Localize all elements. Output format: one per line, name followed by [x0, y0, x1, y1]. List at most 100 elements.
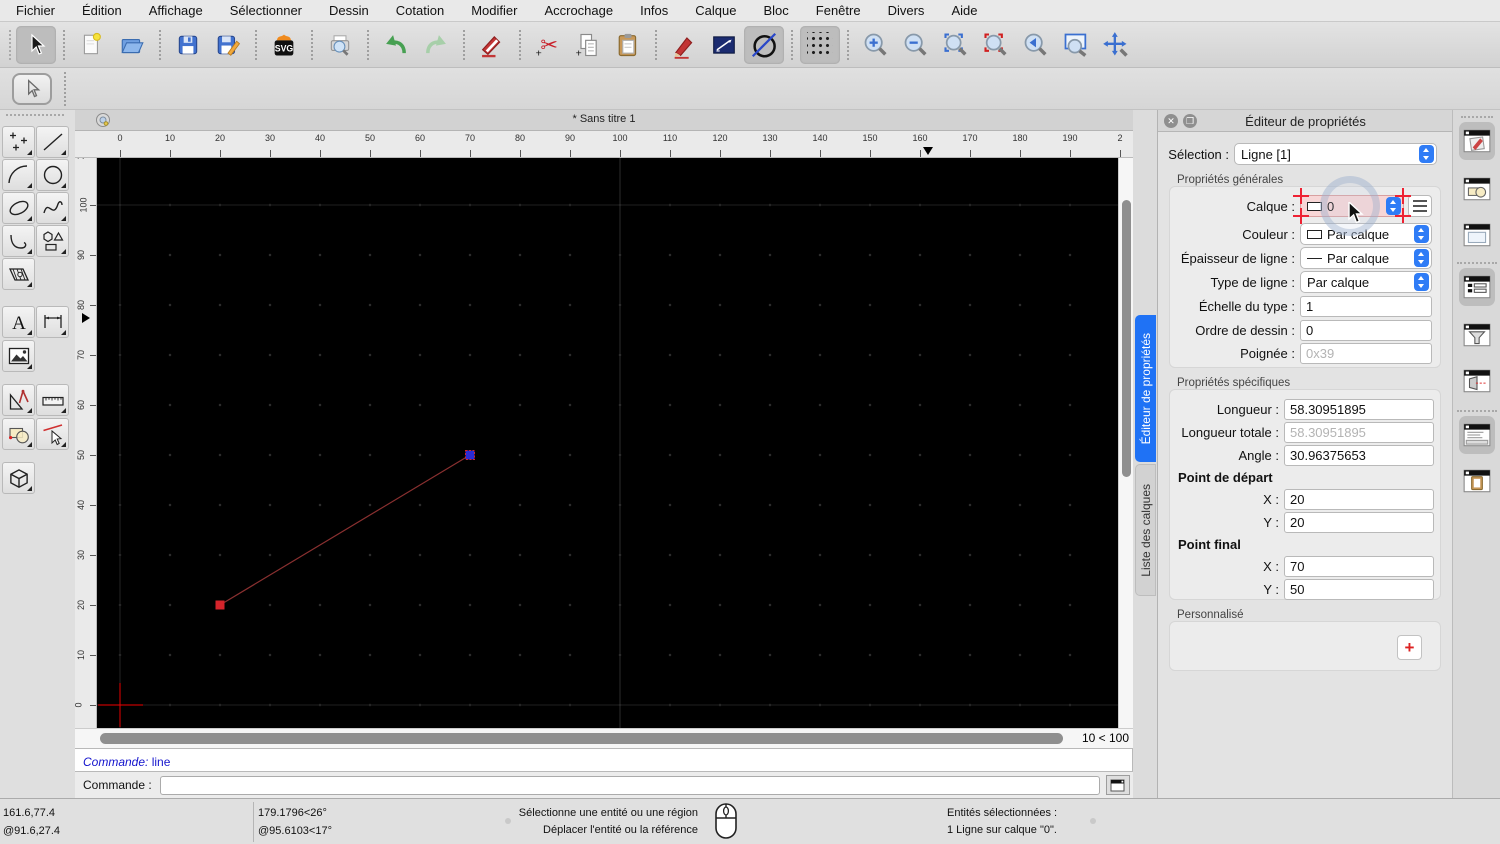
tool-circle[interactable]: [36, 159, 69, 191]
command-history-prefix: Commande:: [83, 755, 149, 769]
vertical-scrollbar-thumb[interactable]: [1122, 200, 1131, 477]
layer-menu-button[interactable]: [1408, 195, 1432, 217]
dock-section-view-button[interactable]: [1459, 362, 1495, 400]
end-y-input[interactable]: [1284, 578, 1434, 600]
dock-block-list-button[interactable]: [1459, 170, 1495, 208]
menu-item[interactable]: Dessin: [329, 3, 369, 18]
tool-polygon[interactable]: [36, 225, 69, 257]
menu-item[interactable]: Cotation: [396, 3, 444, 18]
copy-button[interactable]: +: [568, 26, 608, 64]
redo-button[interactable]: [416, 26, 456, 64]
command-input[interactable]: [159, 775, 1100, 795]
tool-line[interactable]: [36, 126, 69, 158]
menu-item[interactable]: Infos: [640, 3, 668, 18]
dock-library-browser-button[interactable]: [1459, 122, 1495, 160]
cut-button[interactable]: ✂ +: [528, 26, 568, 64]
linetype-scale-input[interactable]: [1300, 295, 1432, 317]
menu-item[interactable]: Fenêtre: [816, 3, 861, 18]
menu-item[interactable]: Affichage: [149, 3, 203, 18]
tool-polyline[interactable]: [2, 225, 35, 257]
grid-toggle-button[interactable]: [800, 25, 840, 64]
print-preview-button[interactable]: [320, 26, 360, 64]
tab-layer-list[interactable]: Liste des calques: [1135, 464, 1156, 596]
zoom-previous-button[interactable]: [1016, 26, 1056, 64]
draft-mode-button[interactable]: [744, 25, 784, 64]
tool-solid[interactable]: [2, 462, 35, 494]
tool-drafting[interactable]: [2, 384, 35, 416]
end-x-input[interactable]: [1284, 555, 1434, 577]
tool-dimension[interactable]: [36, 306, 69, 338]
open-file-button[interactable]: [112, 26, 152, 64]
start-x-input[interactable]: [1284, 488, 1434, 510]
dock-handle[interactable]: [1461, 116, 1493, 118]
menu-item[interactable]: Accrochage: [544, 3, 613, 18]
drawing-canvas[interactable]: [97, 158, 1118, 728]
tool-spline[interactable]: [36, 192, 69, 224]
tool-modify[interactable]: [36, 418, 69, 450]
command-window-toggle-button[interactable]: [1105, 775, 1130, 795]
palette-handle[interactable]: [6, 114, 64, 116]
hruler-label: 190: [1062, 133, 1078, 143]
edit-pencil-button[interactable]: [664, 26, 704, 64]
selected-line-entity[interactable]: [219, 454, 471, 606]
delete-button[interactable]: [472, 26, 512, 64]
document-titlebar[interactable]: * Sans titre 1: [75, 110, 1133, 131]
tool-ellipse[interactable]: [2, 192, 35, 224]
menu-item[interactable]: Calque: [695, 3, 736, 18]
dock-property-editor-button[interactable]: [1459, 268, 1495, 306]
zoom-in-icon: [864, 33, 887, 56]
hruler-tick: [1020, 150, 1021, 157]
length-input[interactable]: [1284, 398, 1434, 420]
zoom-window-button[interactable]: [1056, 26, 1096, 64]
tool-text[interactable]: A: [2, 306, 35, 338]
menu-item[interactable]: Modifier: [471, 3, 517, 18]
canvas-graphics: [97, 158, 1118, 728]
dock-command-line-button[interactable]: [1459, 416, 1495, 454]
tool-arc[interactable]: [2, 159, 35, 191]
svg-export-button[interactable]: SVG: [264, 26, 304, 64]
add-custom-property-button[interactable]: +: [1397, 635, 1422, 660]
save-button[interactable]: [168, 26, 208, 64]
zoom-pan-button[interactable]: [1096, 26, 1136, 64]
tab-property-editor[interactable]: Éditeur de propriétés: [1135, 315, 1156, 462]
horizontal-scrollbar[interactable]: 10 < 100: [75, 728, 1133, 748]
dock-selection-filter-button[interactable]: [1459, 316, 1495, 354]
zoom-auto-button[interactable]: [936, 26, 976, 64]
tool-block[interactable]: [2, 418, 35, 450]
zoom-out-button[interactable]: [896, 26, 936, 64]
menu-item[interactable]: Fichier: [16, 3, 55, 18]
zoom-selected-button[interactable]: [976, 26, 1016, 64]
line-end-handle[interactable]: [465, 450, 475, 460]
selection-dropdown[interactable]: Ligne [1]: [1234, 143, 1437, 165]
selection-mode-button[interactable]: [12, 72, 52, 105]
menu-item[interactable]: Bloc: [763, 3, 788, 18]
vertical-scrollbar[interactable]: [1118, 158, 1133, 728]
paste-button[interactable]: [608, 26, 648, 64]
line-start-handle[interactable]: [215, 600, 225, 610]
layer-label: Calque :: [1246, 198, 1295, 214]
menu-item[interactable]: Divers: [888, 3, 925, 18]
zoom-in-button[interactable]: [856, 26, 896, 64]
linetype-dropdown[interactable]: Par calque: [1300, 271, 1432, 293]
select-tool-button[interactable]: [16, 25, 56, 64]
tool-image[interactable]: [2, 340, 35, 372]
save-icon: [178, 35, 198, 54]
draw-order-input[interactable]: [1300, 319, 1432, 341]
horizontal-scrollbar-thumb[interactable]: [100, 733, 1063, 744]
tool-measure[interactable]: [36, 384, 69, 416]
start-y-input[interactable]: [1284, 511, 1434, 533]
end-x-label: X :: [1263, 558, 1279, 574]
menu-item[interactable]: Aide: [951, 3, 977, 18]
menu-item[interactable]: Édition: [82, 3, 122, 18]
lineweight-dropdown[interactable]: Par calque: [1300, 247, 1432, 269]
new-file-button[interactable]: [72, 26, 112, 64]
dock-clipboard-button[interactable]: [1459, 462, 1495, 500]
tool-points[interactable]: [2, 126, 35, 158]
line-settings-button[interactable]: [704, 26, 744, 64]
save-as-button[interactable]: [208, 26, 248, 64]
angle-input[interactable]: [1284, 444, 1434, 466]
menu-item[interactable]: Sélectionner: [230, 3, 302, 18]
dock-view-list-button[interactable]: [1459, 216, 1495, 254]
tool-hatch[interactable]: [2, 258, 35, 290]
undo-button[interactable]: [376, 26, 416, 64]
